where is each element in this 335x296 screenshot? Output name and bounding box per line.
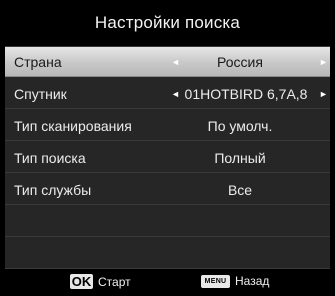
left-arrow-icon[interactable]: ◄	[171, 47, 180, 77]
footer-hints: OK Старт MENU Назад	[0, 268, 335, 296]
setting-value-scan-type: По умолч.	[207, 118, 273, 134]
right-arrow-icon[interactable]: ►	[319, 47, 328, 77]
setting-label-search-type: Тип поиска	[14, 150, 86, 166]
back-label: Назад	[235, 274, 270, 288]
back-hint[interactable]: MENU Назад	[201, 274, 269, 288]
empty-row	[5, 207, 330, 237]
setting-row-satellite[interactable]: Спутник ◄ 01HOTBIRD 6,7A,8 ►	[5, 79, 330, 109]
settings-list: Страна ◄ Россия ► Спутник ◄ 01HOTBIRD 6,…	[5, 46, 330, 269]
start-hint[interactable]: OK Старт	[70, 274, 131, 289]
setting-value-country: Россия	[217, 54, 263, 70]
setting-value-service-type: Все	[227, 182, 253, 198]
page-title: Настройки поиска	[94, 13, 241, 32]
right-arrow-icon[interactable]: ►	[319, 79, 328, 109]
setting-row-scan-type[interactable]: Тип сканирования По умолч.	[5, 111, 330, 141]
setting-row-country[interactable]: Страна ◄ Россия ►	[5, 47, 330, 77]
empty-row	[5, 239, 330, 269]
setting-label-service-type: Тип службы	[14, 182, 92, 198]
setting-label-satellite: Спутник	[14, 86, 67, 102]
setting-label-country: Страна	[14, 54, 62, 70]
menu-key-icon: MENU	[201, 274, 230, 288]
setting-row-service-type[interactable]: Тип службы Все	[5, 175, 330, 205]
search-settings-screen: Настройки поиска Страна ◄ Россия ► Спутн…	[0, 0, 335, 296]
setting-row-search-type[interactable]: Тип поиска Полный	[5, 143, 330, 173]
setting-value-search-type: Полный	[214, 150, 266, 166]
setting-value-satellite: 01HOTBIRD 6,7A,8	[184, 86, 308, 102]
start-label: Старт	[98, 274, 131, 289]
ok-key-icon: OK	[70, 274, 93, 289]
setting-label-scan-type: Тип сканирования	[14, 118, 132, 134]
